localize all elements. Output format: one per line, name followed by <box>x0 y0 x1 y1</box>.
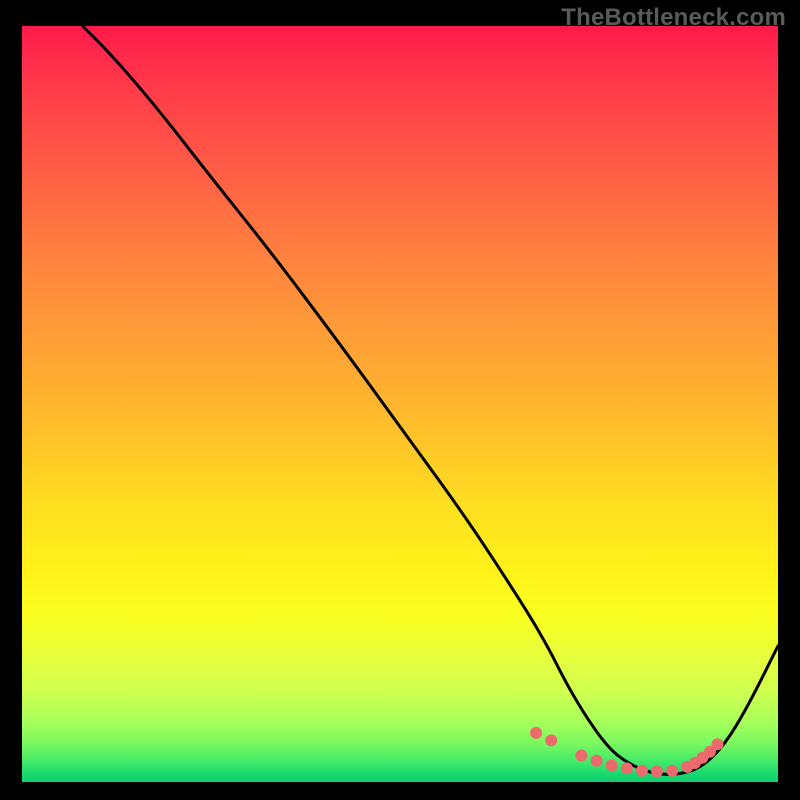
highlight-marker <box>651 765 663 777</box>
curve-svg <box>22 26 778 782</box>
plot-area <box>22 26 778 782</box>
chart-frame: TheBottleneck.com <box>0 0 800 800</box>
highlight-marker <box>545 734 557 746</box>
highlight-marker <box>591 755 603 767</box>
highlight-marker <box>530 727 542 739</box>
highlight-marker <box>712 738 724 750</box>
highlight-marker <box>666 765 678 777</box>
highlight-marker <box>606 759 618 771</box>
highlight-marker <box>636 765 648 777</box>
highlight-marker <box>575 750 587 762</box>
bottleneck-curve <box>83 26 779 774</box>
highlight-marker <box>621 762 633 774</box>
